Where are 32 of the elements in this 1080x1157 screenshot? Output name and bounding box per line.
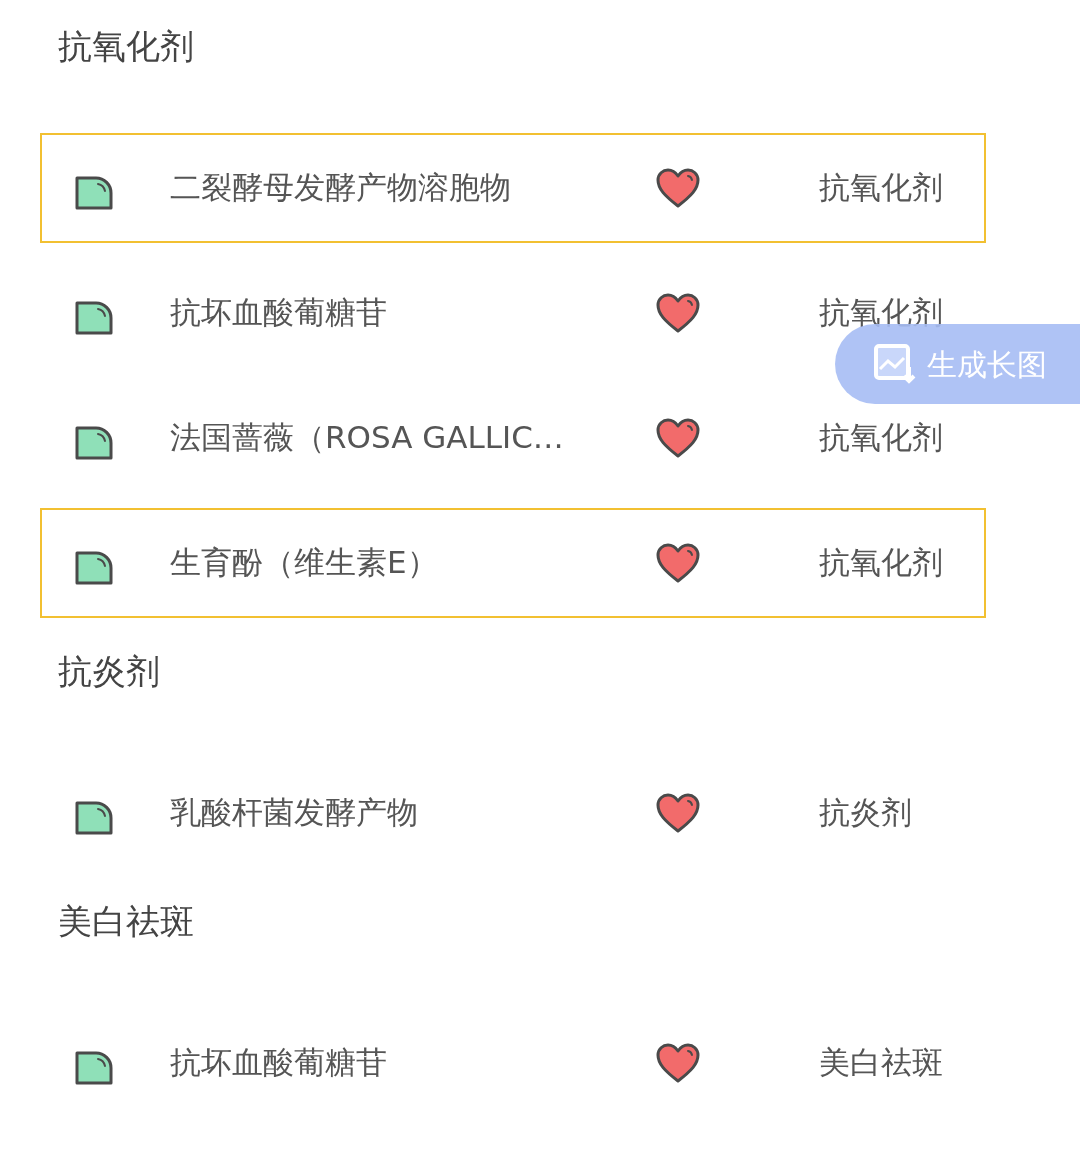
heart-icon — [655, 166, 701, 209]
heart-icon — [655, 1041, 701, 1084]
section-title: 美白祛斑 — [58, 900, 194, 943]
heart-icon — [655, 416, 701, 459]
category-label: 抗氧化剂 — [819, 543, 943, 583]
heart-icon — [655, 291, 701, 334]
leaf-icon — [74, 174, 114, 211]
ingredient-name: 乳酸杆菌发酵产物 — [170, 793, 419, 833]
category-label: 抗氧化剂 — [819, 168, 943, 208]
category-label: 抗炎剂 — [819, 793, 912, 833]
section-title: 抗氧化剂 — [58, 25, 194, 68]
image-download-icon — [873, 343, 917, 385]
ingredient-name: 抗坏血酸葡糖苷 — [170, 1043, 388, 1083]
section-title: 抗炎剂 — [58, 650, 160, 693]
leaf-icon — [74, 1049, 114, 1086]
list-row[interactable]: 抗坏血酸葡糖苷 美白祛斑 — [40, 1038, 986, 1087]
leaf-icon — [74, 424, 114, 461]
list-row[interactable]: 生育酚（维生素E） 抗氧化剂 — [40, 507, 986, 618]
list-row[interactable]: 法国蔷薇（ROSA GALLIC… 抗氧化剂 — [40, 413, 986, 462]
category-label: 美白祛斑 — [819, 1043, 943, 1083]
leaf-icon — [74, 799, 114, 836]
category-label: 抗氧化剂 — [819, 418, 943, 458]
heart-icon — [655, 541, 701, 584]
ingredient-name: 抗坏血酸葡糖苷 — [170, 293, 388, 333]
ingredient-name: 生育酚（维生素E） — [170, 543, 439, 583]
ingredient-name: 法国蔷薇（ROSA GALLIC… — [170, 418, 565, 458]
leaf-icon — [74, 549, 114, 586]
list-row[interactable]: 乳酸杆菌发酵产物 抗炎剂 — [40, 788, 986, 837]
list-row[interactable]: 二裂酵母发酵产物溶胞物 抗氧化剂 — [40, 132, 986, 243]
heart-icon — [655, 791, 701, 834]
leaf-icon — [74, 299, 114, 336]
ingredient-name: 二裂酵母发酵产物溶胞物 — [170, 168, 512, 208]
